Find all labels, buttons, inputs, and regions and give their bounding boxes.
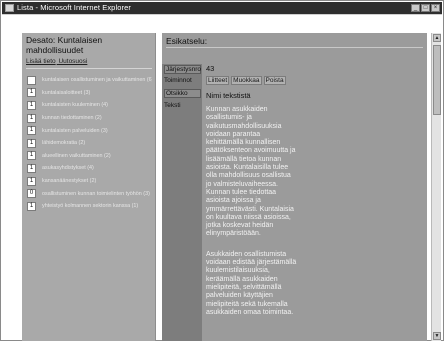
option-input[interactable] xyxy=(27,75,36,85)
title-value: Nimi tekstistä xyxy=(206,91,251,100)
option-row[interactable]: 0 osallistuminen kunnan toimielinten työ… xyxy=(27,187,155,200)
option-input[interactable]: 0 xyxy=(27,189,36,199)
close-button[interactable]: × xyxy=(431,4,440,12)
body-paragraph: Kunnan asukkaiden osallistumis- ja vaiku… xyxy=(206,106,296,238)
option-row[interactable]: 1 kuntalaisaloitteet (3) xyxy=(27,87,155,100)
title-field-label: Otsikko xyxy=(164,89,201,98)
option-label[interactable]: kuntalaisten palveluiden (3) xyxy=(42,128,152,134)
body-paragraph: Asukkaiden osallistumista voidaan edistä… xyxy=(206,250,297,316)
option-row[interactable]: 1 kansanäänestykset (2) xyxy=(27,175,155,188)
scroll-up-arrow-icon[interactable]: ▲ xyxy=(433,34,441,42)
option-label[interactable]: kuntalaisten kuuleminen (4) xyxy=(42,102,152,108)
refresh-link[interactable]: Uutosuosi xyxy=(58,58,87,65)
window-controls: _ □ × xyxy=(411,4,440,12)
option-row[interactable]: 1 yhteistyö kolmannen sektorin kanssa (1… xyxy=(27,200,155,213)
option-label[interactable]: kuntalaisaloitteet (3) xyxy=(42,90,152,96)
option-input[interactable]: 1 xyxy=(27,201,36,211)
maximize-button[interactable]: □ xyxy=(421,4,430,12)
actions-field-label: Toiminnot xyxy=(164,77,192,84)
option-label[interactable]: kunnan tiedottaminen (2) xyxy=(42,115,152,121)
scroll-thumb[interactable] xyxy=(433,45,441,115)
add-info-link[interactable]: Lisää tieto xyxy=(26,58,56,65)
left-pane-links: Lisää tieto Uutosuosi xyxy=(26,58,88,65)
left-pane: Desato: Kuntalaisen mahdollisuudet Lisää… xyxy=(22,33,156,341)
option-label[interactable]: osallistuminen kunnan toimielinten työhö… xyxy=(42,191,152,197)
option-label[interactable]: asukasyhdistykset (4) xyxy=(42,165,152,171)
option-row[interactable]: 1 kunnan tiedottaminen (2) xyxy=(27,112,155,125)
browser-window: Lista - Microsoft Internet Explorer _ □ … xyxy=(0,0,444,341)
option-label[interactable]: lähidemokratia (2) xyxy=(42,140,152,146)
option-row[interactable]: 1 asukasyhdistykset (4) xyxy=(27,162,155,175)
preview-pane: Esikatselu: Järjestysnro Toiminnot Otsik… xyxy=(162,33,427,341)
body-text: Kunnan asukkaiden osallistumis- ja vaiku… xyxy=(206,106,298,317)
delete-link[interactable]: Poista xyxy=(263,76,286,85)
number-field-label: Järjestysnro xyxy=(164,65,202,74)
option-input[interactable]: 1 xyxy=(27,151,36,161)
option-row[interactable]: 1 lähidemokratia (2) xyxy=(27,137,155,150)
attachments-link[interactable]: Liitteet xyxy=(206,76,230,85)
option-row[interactable]: 1 kuntalaisten kuuleminen (4) xyxy=(27,99,155,112)
option-label[interactable]: kuntalaisen osallistuminen ja vaikuttami… xyxy=(42,77,152,83)
minimize-button[interactable]: _ xyxy=(411,4,420,12)
window-title: Lista - Microsoft Internet Explorer xyxy=(17,3,131,12)
action-links: Liitteet Muokkaa Poista xyxy=(206,76,286,85)
option-input[interactable]: 1 xyxy=(27,100,36,110)
edit-link[interactable]: Muokkaa xyxy=(231,76,262,85)
option-row[interactable]: 1 kuntalaisten palveluiden (3) xyxy=(27,124,155,137)
vertical-scrollbar[interactable]: ▲ ▼ xyxy=(431,33,441,341)
option-input[interactable]: 1 xyxy=(27,176,36,186)
divider xyxy=(26,68,152,69)
divider xyxy=(166,47,423,48)
number-value: 43 xyxy=(206,64,215,73)
option-label[interactable]: alueellinen vaikuttaminen (2) xyxy=(42,153,152,159)
option-input[interactable]: 1 xyxy=(27,88,36,98)
option-row[interactable]: 1 alueellinen vaikuttaminen (2) xyxy=(27,150,155,163)
option-input[interactable]: 1 xyxy=(27,138,36,148)
internet-explorer-icon xyxy=(5,4,14,12)
scroll-down-arrow-icon[interactable]: ▼ xyxy=(433,332,441,340)
option-label[interactable]: kansanäänestykset (2) xyxy=(42,178,152,184)
page-content: Desato: Kuntalaisen mahdollisuudet Lisää… xyxy=(2,14,442,341)
left-pane-title: Desato: Kuntalaisen mahdollisuudet xyxy=(26,35,103,55)
preview-title: Esikatselu: xyxy=(166,36,208,46)
option-input[interactable]: 1 xyxy=(27,163,36,173)
option-input[interactable]: 1 xyxy=(27,126,36,136)
option-list: kuntalaisen osallistuminen ja vaikuttami… xyxy=(27,74,155,213)
title-bar[interactable]: Lista - Microsoft Internet Explorer _ □ … xyxy=(2,2,442,14)
option-label[interactable]: yhteistyö kolmannen sektorin kanssa (1) xyxy=(42,203,152,209)
option-row[interactable]: kuntalaisen osallistuminen ja vaikuttami… xyxy=(27,74,155,87)
text-field-label: Teksti xyxy=(164,102,181,109)
option-input[interactable]: 1 xyxy=(27,113,36,123)
field-label-column: Järjestysnro Toiminnot Otsikko Teksti xyxy=(162,64,202,341)
